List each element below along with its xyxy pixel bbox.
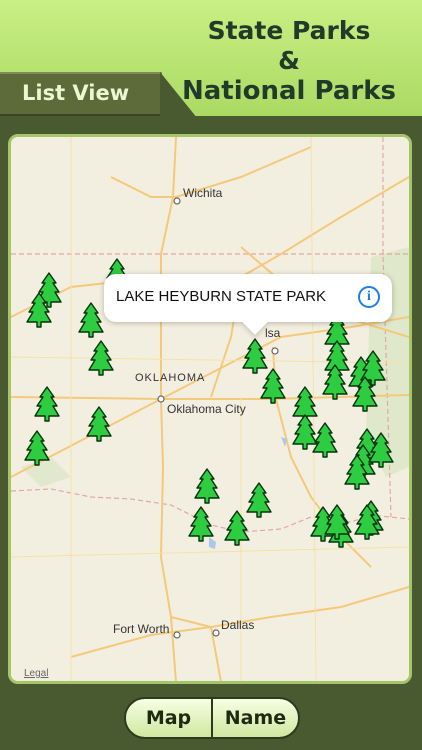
callout-park-name: LAKE HEYBURN STATE PARK [116, 288, 327, 305]
title-line-1: State Parks [207, 16, 371, 45]
map-segment[interactable]: Map [126, 699, 213, 737]
info-icon[interactable]: i [358, 286, 380, 308]
sort-segmented-control[interactable]: Map Name [124, 697, 300, 739]
list-view-label: List View [22, 81, 130, 105]
fortworth-dot [173, 631, 181, 639]
wichita-label: Wichita [183, 186, 223, 200]
app-title: State Parks & National Parks [164, 16, 414, 106]
okc-dot [157, 395, 165, 403]
title-line-3: National Parks [181, 76, 397, 106]
tulsa-dot [271, 347, 279, 355]
fortworth-label: Fort Worth [113, 622, 169, 636]
dallas-label: Dallas [221, 618, 254, 632]
name-segment[interactable]: Name [213, 699, 298, 737]
list-view-button[interactable]: List View [0, 72, 162, 116]
tulsa-label: lsa [265, 326, 281, 340]
header-shelf [0, 116, 422, 134]
dallas-dot [212, 629, 220, 637]
state-label: OKLAHOMA [135, 372, 205, 384]
legal-link[interactable]: Legal [24, 668, 48, 679]
okc-label: Oklahoma City [167, 402, 246, 416]
map-view[interactable]: Wichita OKLAHOMA Oklahoma City lsa Fort … [8, 134, 412, 684]
wichita-dot [173, 197, 181, 205]
map-canvas[interactable]: Wichita OKLAHOMA Oklahoma City lsa Fort … [11, 137, 409, 681]
title-line-2: & [278, 46, 300, 75]
park-callout[interactable]: LAKE HEYBURN STATE PARK i [104, 274, 392, 322]
